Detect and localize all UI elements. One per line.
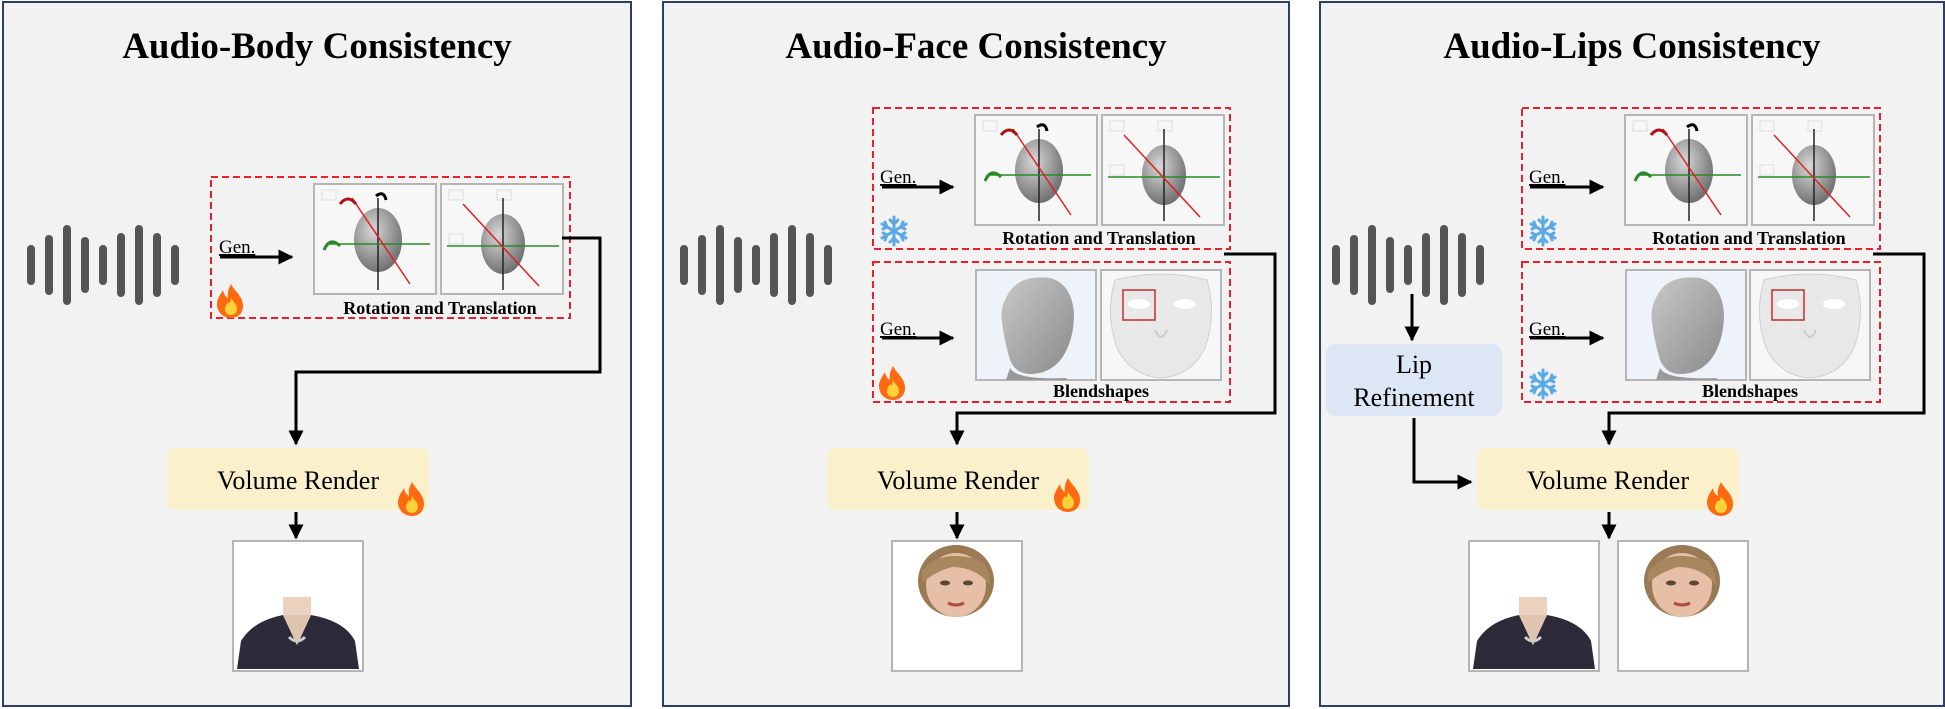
lip-refinement-label-line2: Refinement <box>1353 383 1475 412</box>
snowflake-icon <box>1529 368 1557 400</box>
rotation-translation-label: Rotation and Translation <box>343 298 536 318</box>
output-body-image <box>231 539 365 673</box>
volume-render-label: Volume Render <box>217 466 379 495</box>
gen-label: Gen. <box>1529 167 1565 188</box>
audio-waveform-icon <box>27 225 179 305</box>
output-body-image <box>1467 539 1601 673</box>
face-mask-thumbnail <box>1749 269 1871 381</box>
rotation-translation-label: Rotation and Translation <box>1652 228 1845 248</box>
audio-waveform-icon <box>680 225 832 305</box>
rotation-translation-label: Rotation and Translation <box>1002 228 1195 248</box>
diagram-canvas: Gen. Rotation and Translation Volume Ren… <box>27 107 1926 673</box>
fire-icon <box>217 284 243 318</box>
face-mask-thumbnail <box>1100 269 1222 381</box>
rotation-thumbnail <box>973 113 1099 227</box>
gen-label: Gen. <box>880 167 916 188</box>
lip-refinement-label-line1: Lip <box>1396 350 1432 379</box>
rotation-thumbnail <box>312 182 438 296</box>
volume-render-label: Volume Render <box>1527 466 1689 495</box>
mesh-head-thumbnail <box>975 269 1097 381</box>
translation-thumbnail <box>1751 114 1875 226</box>
blendshapes-label: Blendshapes <box>1702 381 1798 401</box>
translation-thumbnail <box>440 183 564 295</box>
snowflake-icon <box>1529 215 1557 247</box>
mesh-head-thumbnail <box>1625 269 1747 381</box>
output-face-image <box>890 539 1024 673</box>
rotation-thumbnail <box>1623 113 1749 227</box>
output-face-image <box>1616 539 1750 673</box>
fire-icon <box>879 366 905 400</box>
audio-waveform-icon <box>1332 225 1484 305</box>
volume-render-label: Volume Render <box>877 466 1039 495</box>
lip-to-render-arrow <box>1412 418 1473 490</box>
blendshapes-label: Blendshapes <box>1053 381 1149 401</box>
gen-label: Gen. <box>219 237 255 258</box>
snowflake-icon <box>880 215 908 247</box>
translation-thumbnail <box>1101 114 1225 226</box>
